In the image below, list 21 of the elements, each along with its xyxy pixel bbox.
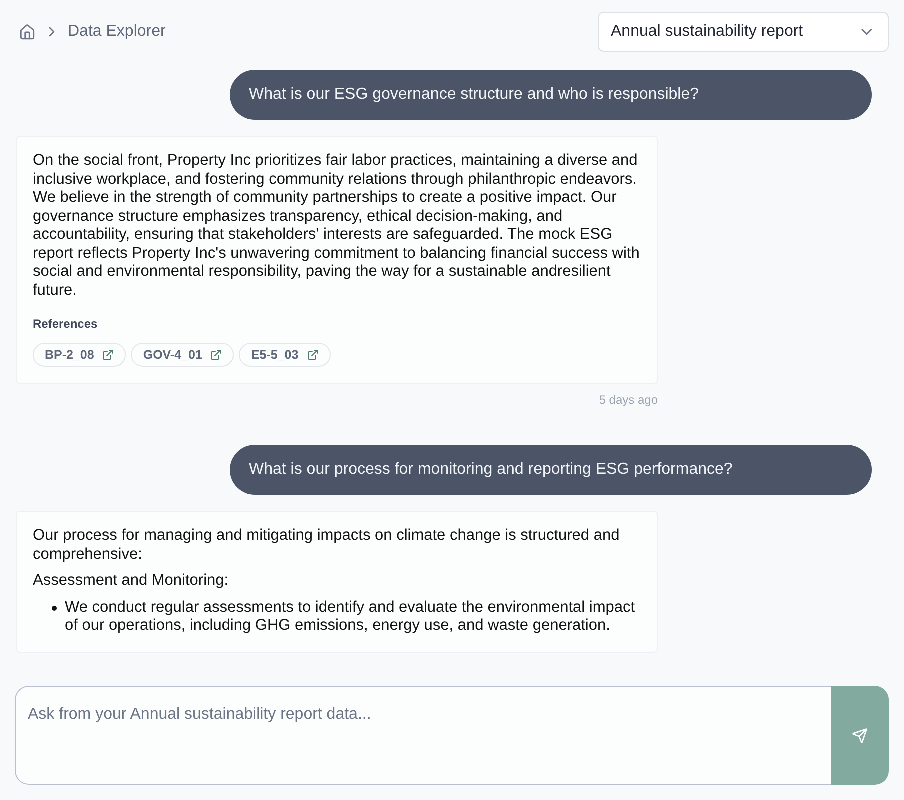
reference-link[interactable]: GOV-4_01 [131,343,234,367]
bullet-icon [52,606,57,610]
answer-text: Assessment and Monitoring: [33,572,230,590]
send-button[interactable] [831,686,889,785]
breadcrumb-current: Data Explorer [68,22,166,42]
reference-link[interactable]: E5-5_03 [239,343,331,367]
references-heading: References [33,316,99,333]
message-time: 5 days ago [599,392,658,409]
bullet-text: We conduct regular assessments to identify and evaluate the environmental impact of our operations, including GHG emissions, energy use, and waste generation. [65,598,636,636]
external-link-icon [306,349,319,361]
user-message: What is our ESG governance structure and who is responsible? [230,70,872,120]
answer-text: Our process for managing and mitigating impacts on climate change is structured and comprehensive: [33,527,621,564]
external-link-icon [102,349,114,361]
user-message: What is our process for monitoring and reporting ESG performance? [230,445,872,495]
reference-link[interactable]: BP-2_08 [33,343,126,367]
message-input[interactable]: Ask from your Annual sustainability report data... [15,686,831,785]
home-icon[interactable] [19,24,36,40]
answer-text: On the social front, Property Inc prioritizes fair labor practices, maintaining a diverse and inclusive workplace, and fostering community relations through philanthropic endeavors. We believe in the strength of community partnerships to create a positive impact. Our governance structure emphasizes transparency, ethical decision-making, and accountability, ensuring that stakeholders' interests are safeguarded. The mock ESG report reflects Property Inc's unwavering commitment to balancing financial success with social and environmental responsibility, paving the way for a sustainable andresilient future. [33,152,641,300]
external-link-icon [210,349,222,361]
report-dropdown[interactable]: Annual sustainability report [598,12,889,52]
send-icon [852,728,868,744]
